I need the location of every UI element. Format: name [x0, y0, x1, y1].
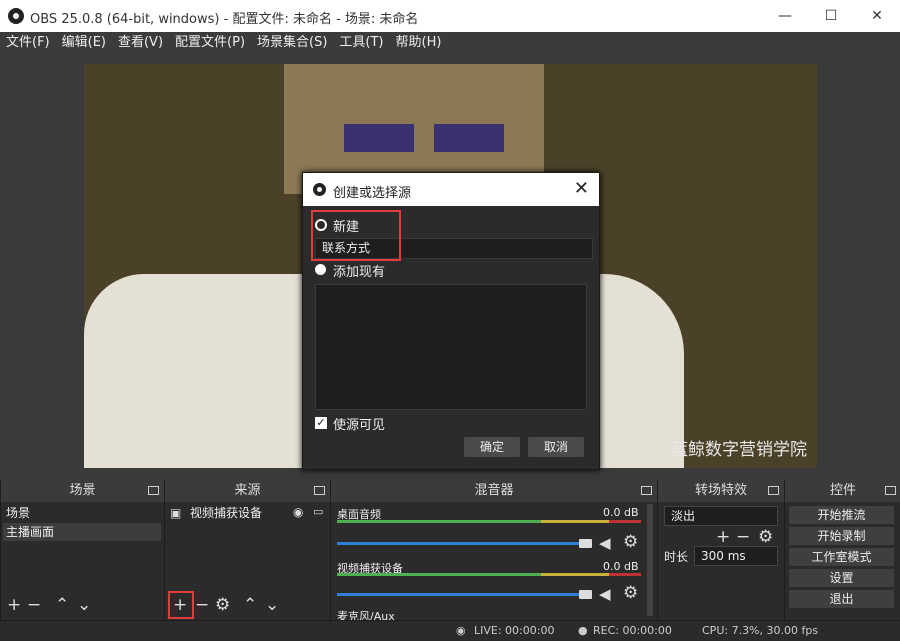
menu-profile[interactable]: 配置文件(P): [169, 32, 251, 54]
mixer-scrollbar[interactable]: [647, 504, 653, 616]
exit-button[interactable]: 退出: [789, 590, 894, 608]
speaker-icon[interactable]: ◀: [599, 585, 611, 603]
menu-help[interactable]: 帮助(H): [390, 32, 448, 54]
menu-tools[interactable]: 工具(T): [333, 32, 389, 54]
source-item[interactable]: 视频捕获设备: [187, 504, 300, 522]
live-status: LIVE: 00:00:00: [474, 624, 555, 637]
audio-meter-warn: [541, 520, 609, 523]
scenes-dock: 场景 场景 主播画面 + − ⌃ ⌄: [0, 480, 164, 620]
start-streaming-button[interactable]: 开始推流: [789, 506, 894, 524]
audio-meter-peak: [609, 573, 641, 576]
channel-level: 0.0 dB: [603, 560, 639, 573]
status-bar: ◉ LIVE: 00:00:00 ● REC: 00:00:00 CPU: 7.…: [0, 620, 900, 641]
move-down-icon[interactable]: ⌄: [77, 596, 91, 614]
minimize-icon[interactable]: —: [762, 0, 808, 32]
visible-label: 使源可见: [333, 418, 386, 433]
remove-source-icon[interactable]: −: [195, 596, 209, 614]
menu-bar: 文件(F) 编辑(E) 查看(V) 配置文件(P) 场景集合(S) 工具(T) 帮助(H): [0, 32, 900, 54]
lock-icon[interactable]: ▭: [313, 505, 323, 518]
transition-settings-icon[interactable]: ⚙: [758, 528, 773, 546]
float-icon[interactable]: [641, 486, 652, 495]
live-icon: ◉: [456, 624, 466, 637]
float-icon[interactable]: [885, 486, 896, 495]
obs-logo-icon: [313, 183, 326, 196]
menu-edit[interactable]: 编辑(E): [56, 32, 112, 54]
volume-slider[interactable]: [337, 542, 585, 545]
audio-meter: [337, 520, 541, 523]
float-icon[interactable]: [314, 486, 325, 495]
eye-icon[interactable]: ◉: [293, 505, 303, 519]
scene-item[interactable]: 场景: [3, 504, 161, 522]
cancel-button[interactable]: 取消: [528, 437, 584, 457]
rec-icon: ●: [578, 624, 588, 637]
pixelated-glasses-left: [344, 124, 414, 152]
highlight-box-add: [168, 591, 194, 619]
volume-knob[interactable]: [579, 590, 592, 599]
audio-meter-peak: [609, 520, 641, 523]
start-recording-button[interactable]: 开始录制: [789, 527, 894, 545]
audio-meter-warn: [541, 573, 609, 576]
obs-logo-icon: [8, 8, 24, 24]
watermark-text: 蓝鲸数字营销学院: [671, 440, 807, 460]
mixer-dock: 混音器 桌面音频 0.0 dB ◀ ⚙ 视频捕获设备 0.0 dB ◀ ⚙ 麦克…: [330, 480, 657, 623]
cpu-status: CPU: 7.3%, 30.00 fps: [702, 624, 819, 637]
speaker-icon[interactable]: ◀: [599, 534, 611, 552]
duration-input[interactable]: 300 ms: [694, 546, 778, 566]
dialog-header: 创建或选择源 ✕: [303, 173, 599, 206]
remove-transition-icon[interactable]: −: [736, 528, 750, 546]
transitions-title: 转场特效: [658, 480, 784, 502]
transitions-dock: 转场特效 淡出 + − ⚙ 时长 300 ms: [657, 480, 784, 620]
menu-view[interactable]: 查看(V): [112, 32, 169, 54]
transition-select[interactable]: 淡出: [664, 506, 778, 526]
settings-button[interactable]: 设置: [789, 569, 894, 587]
scenes-title: 场景: [1, 480, 164, 502]
float-icon[interactable]: [768, 486, 779, 495]
move-up-icon[interactable]: ⌃: [243, 596, 257, 614]
add-scene-icon[interactable]: +: [7, 596, 21, 614]
highlight-box-new: [311, 210, 401, 261]
visible-checkbox[interactable]: ✓: [315, 417, 327, 429]
rec-status: REC: 00:00:00: [593, 624, 672, 637]
add-existing-label: 添加现有: [333, 265, 386, 280]
existing-sources-list[interactable]: [315, 284, 587, 410]
add-transition-icon[interactable]: +: [716, 528, 730, 546]
maximize-icon[interactable]: ☐: [808, 0, 854, 32]
sources-title: 来源: [165, 480, 330, 502]
scene-item-selected[interactable]: 主播画面: [3, 523, 161, 541]
source-settings-icon[interactable]: ⚙: [215, 596, 230, 614]
move-down-icon[interactable]: ⌄: [265, 596, 279, 614]
add-existing-radio[interactable]: [315, 264, 326, 275]
dialog-close-icon[interactable]: ✕: [574, 178, 589, 199]
controls-dock: 控件 开始推流 开始录制 工作室模式 设置 退出: [784, 480, 900, 620]
channel-level: 0.0 dB: [603, 506, 639, 519]
sources-dock: 来源 ▣ 视频捕获设备 ◉ ▭ + − ⚙ ⌃ ⌄: [164, 480, 330, 620]
menu-scene-collection[interactable]: 场景集合(S): [251, 32, 333, 54]
dialog-title: 创建或选择源: [333, 186, 412, 201]
controls-title: 控件: [785, 480, 900, 502]
window-title: OBS 25.0.8 (64-bit, windows) - 配置文件: 未命名…: [30, 12, 419, 27]
studio-mode-button[interactable]: 工作室模式: [789, 548, 894, 566]
camera-icon: ▣: [170, 506, 182, 520]
volume-slider[interactable]: [337, 593, 585, 596]
float-icon[interactable]: [148, 486, 159, 495]
title-bar: OBS 25.0.8 (64-bit, windows) - 配置文件: 未命名…: [0, 0, 900, 32]
mixer-title: 混音器: [331, 480, 657, 502]
volume-knob[interactable]: [579, 539, 592, 548]
gear-icon[interactable]: ⚙: [623, 583, 638, 603]
duration-label: 时长: [664, 550, 689, 564]
ok-button[interactable]: 确定: [464, 437, 520, 457]
close-icon[interactable]: ✕: [854, 0, 900, 32]
pixelated-glasses-right: [434, 124, 504, 152]
remove-scene-icon[interactable]: −: [27, 596, 41, 614]
create-source-dialog: 创建或选择源 ✕ 新建 联系方式 添加现有 ✓ 使源可见 确定 取消: [302, 172, 600, 470]
menu-file[interactable]: 文件(F): [0, 32, 56, 54]
gear-icon[interactable]: ⚙: [623, 532, 638, 552]
audio-meter: [337, 573, 541, 576]
move-up-icon[interactable]: ⌃: [55, 596, 69, 614]
